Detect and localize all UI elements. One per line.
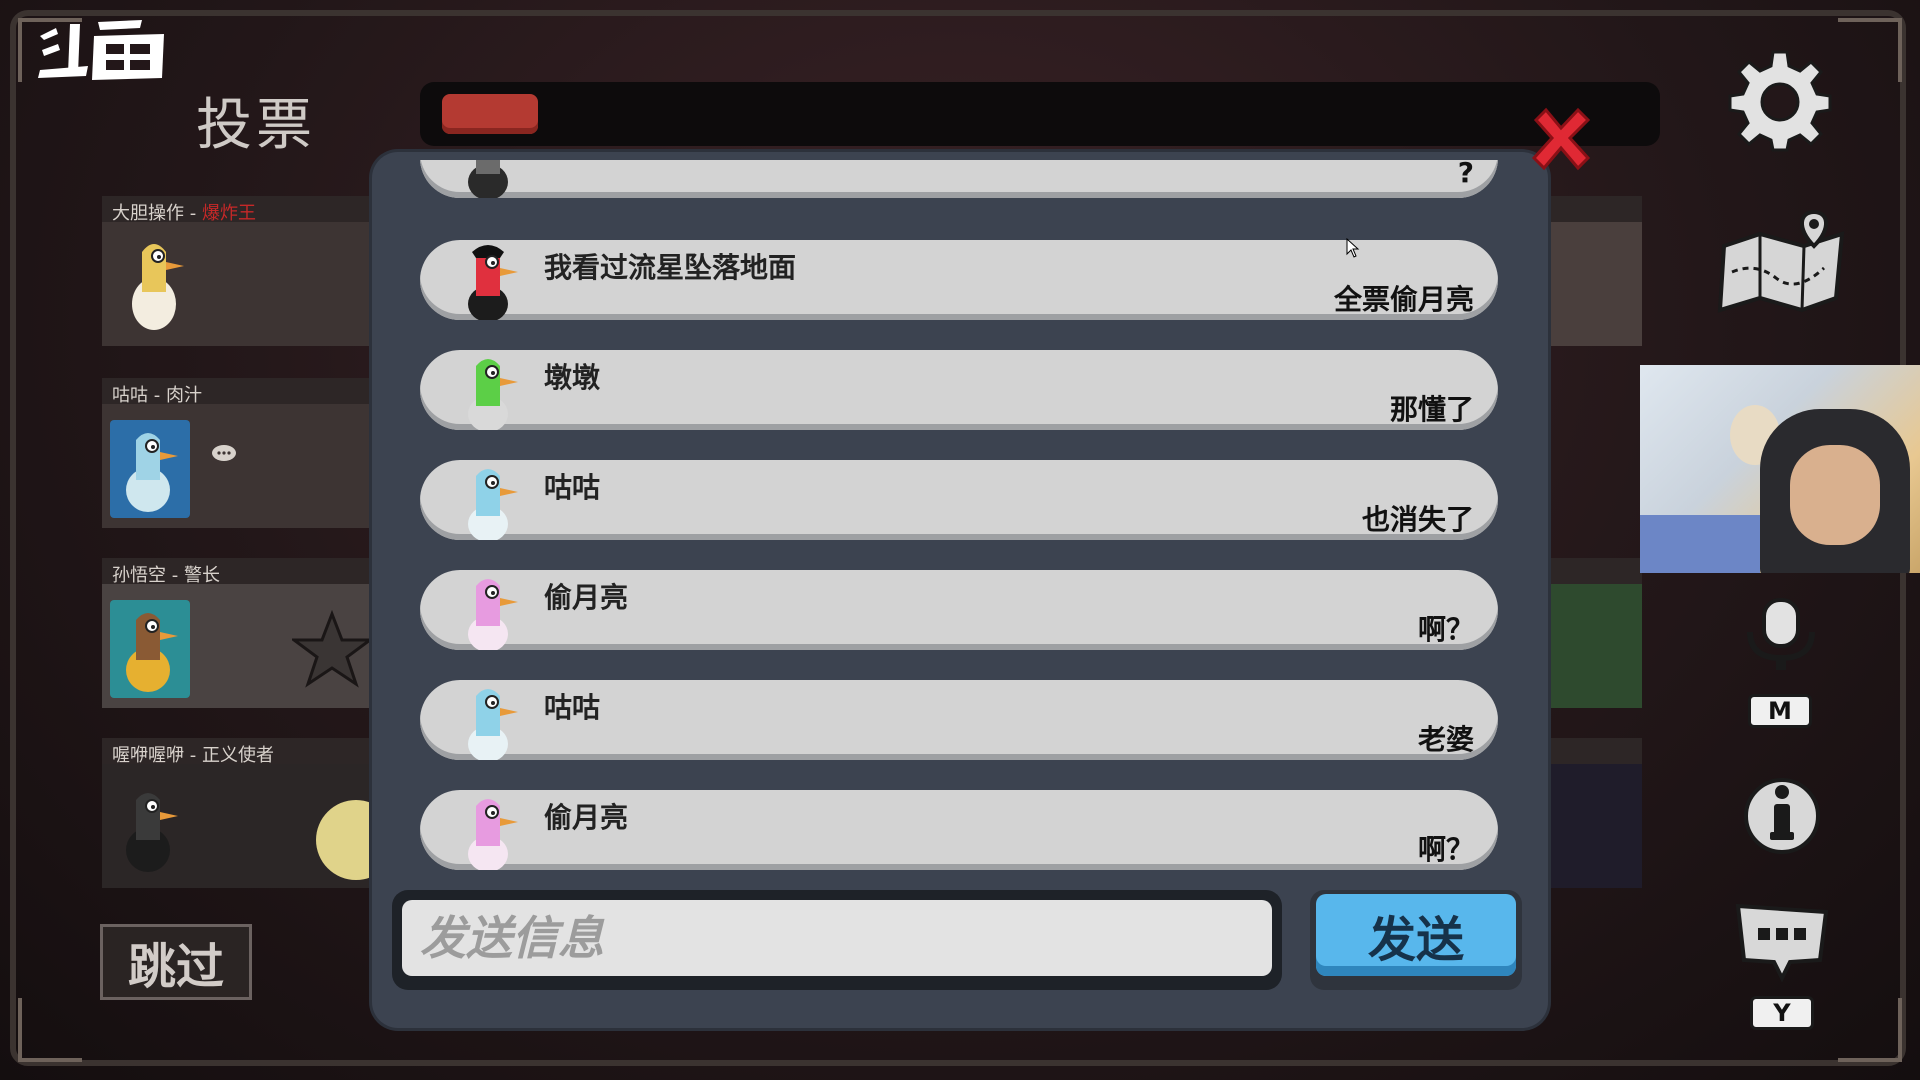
goose-avatar-icon — [468, 245, 518, 320]
screen-title: 投票 — [196, 93, 316, 156]
chat-message: ? — [420, 160, 1498, 198]
chat-message: 咕咕 也消失了 — [420, 460, 1498, 540]
chat-sender-name: 墩墩 — [544, 361, 601, 394]
skip-vote-button[interactable]: 跳过 — [100, 924, 252, 1000]
gear-icon[interactable] — [1726, 46, 1834, 154]
goose-avatar-icon — [468, 689, 518, 760]
frame-corner — [18, 998, 82, 1062]
close-icon[interactable] — [1526, 104, 1596, 174]
chat-message-list[interactable]: ? 我看过流星坠落地面 全票偷月亮 墩墩 那懂了 咕咕 也消失了 偷月亮 啊？ … — [420, 160, 1500, 870]
frame-corner — [1838, 998, 1902, 1062]
player-card[interactable] — [1540, 738, 1642, 888]
map-icon[interactable] — [1716, 206, 1850, 316]
chat-input[interactable] — [402, 900, 1272, 976]
chat-sender-name: 咕咕 — [544, 691, 601, 724]
player-role: 正义使者 — [201, 745, 274, 766]
player-card[interactable]: 大胆操作 - 爆炸王 — [102, 196, 372, 346]
player-name: 咕咕 — [112, 385, 148, 406]
player-card[interactable]: 孙悟空 - 警长 — [102, 558, 372, 708]
chat-message-text: 老婆 — [1417, 723, 1474, 756]
chat-message-text: 全票偷月亮 — [1333, 283, 1474, 316]
chat-message-text: 也消失了 — [1361, 503, 1474, 536]
chat-message-text: 啊？ — [1417, 833, 1474, 866]
goose-avatar-icon — [468, 579, 518, 650]
player-role: 肉汁 — [165, 385, 202, 406]
goose-avatar-icon — [126, 613, 178, 692]
chat-message: 我看过流星坠落地面 全票偷月亮 — [420, 240, 1498, 320]
player-card[interactable]: 喔咿喔咿 - 正义使者 — [102, 738, 396, 888]
streamer-webcam — [1640, 365, 1920, 573]
player-card[interactable] — [1540, 196, 1642, 346]
chat-bubble-icon[interactable] — [1730, 898, 1834, 984]
vote-timer-fill — [442, 94, 538, 134]
goose-avatar-icon — [468, 469, 518, 540]
goose-avatar-icon — [132, 244, 184, 330]
info-icon[interactable] — [1742, 770, 1822, 856]
mic-keybind-badge: M — [1748, 694, 1812, 728]
chat-message: 偷月亮 啊？ — [420, 790, 1498, 870]
vote-timer-bar — [420, 82, 1660, 146]
chat-message-text: 啊？ — [1417, 613, 1474, 646]
goose-avatar-icon — [468, 160, 508, 198]
player-name: 孙悟空 — [112, 565, 166, 586]
goose-avatar-icon — [468, 799, 518, 870]
sheriff-star-icon — [292, 610, 372, 688]
goose-avatar-icon — [468, 359, 518, 430]
game-screen: 斗鱼 投票 大胆操作 - 爆炸王 — [0, 0, 1920, 1080]
chat-message-text: 那懂了 — [1389, 393, 1474, 426]
chat-message-text: ? — [1457, 160, 1474, 189]
chat-input-wrapper — [392, 890, 1282, 990]
chat-sender-name: 偷月亮 — [544, 801, 629, 834]
player-name: 喔咿喔咿 — [112, 745, 184, 766]
chat-message: 咕咕 老婆 — [420, 680, 1498, 760]
player-card[interactable] — [1540, 558, 1642, 708]
chat-message: 墩墩 那懂了 — [420, 350, 1498, 430]
player-role: 爆炸王 — [201, 203, 256, 224]
speech-bubble-icon — [212, 445, 236, 461]
goose-avatar-icon — [126, 793, 178, 872]
chat-sender-name: 咕咕 — [544, 471, 601, 504]
chat-sender-name: 偷月亮 — [544, 581, 629, 614]
player-role: 警长 — [183, 565, 220, 586]
chat-panel: ? 我看过流星坠落地面 全票偷月亮 墩墩 那懂了 咕咕 也消失了 偷月亮 啊？ … — [372, 152, 1548, 1028]
mouse-cursor-icon — [1346, 238, 1360, 258]
webcam-face — [1790, 445, 1880, 545]
douyu-logo: 斗鱼 — [38, 20, 164, 80]
send-button-wrapper: 发送 — [1310, 890, 1522, 990]
webcam-background — [1640, 515, 1760, 573]
send-button[interactable]: 发送 — [1316, 894, 1516, 976]
microphone-icon[interactable] — [1740, 596, 1822, 676]
player-card[interactable]: 咕咕 - 肉汁 — [102, 378, 372, 528]
frame-corner — [1838, 18, 1902, 82]
chat-sender-name: 我看过流星坠落地面 — [544, 251, 797, 284]
chat-keybind-badge: Y — [1750, 996, 1814, 1030]
goose-avatar-icon — [126, 433, 178, 512]
player-name: 大胆操作 — [112, 203, 184, 224]
chat-message: 偷月亮 啊？ — [420, 570, 1498, 650]
